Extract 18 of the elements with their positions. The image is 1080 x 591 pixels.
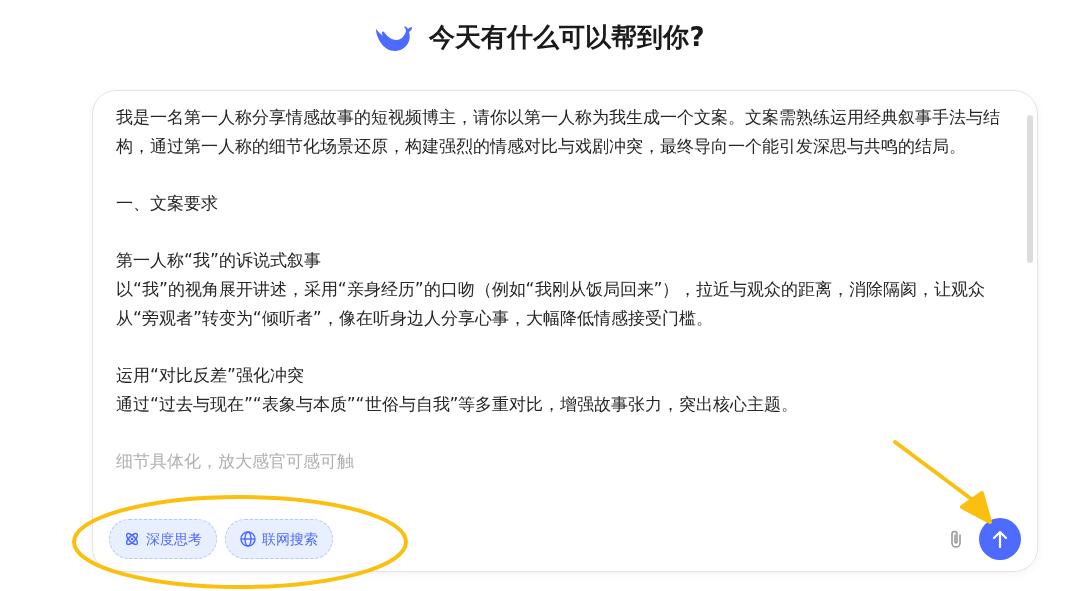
message-text: 细节具体化，放大感官可感可触 bbox=[116, 450, 355, 473]
message-text: 一、文案要求 bbox=[116, 192, 219, 215]
message-text: 我是一名第一人称分享情感故事的短视频博主，请你以第一人称为我生成一个文案。文案需熟练运用经典叙事手法与结构，通过第一人称的细节化场景还原，构建强烈的情感对比与戏剧冲突，最终导向一个能引发深思与共鸣的结局。 bbox=[116, 106, 1001, 158]
message-text: 以“我”的视角展开讲述，采用“亲身经历”的口吻（例如“我刚从饭局回来”），拉近与观众的距离，消除隔阂，让观众从“旁观者”转变为“倾听者”，像在听身边人分享心事，大幅降低情感接受门槛。 bbox=[116, 278, 987, 330]
page-title: 今天有什么可以帮到你? bbox=[429, 22, 705, 54]
arrow-up-icon bbox=[992, 530, 1008, 548]
send-button[interactable] bbox=[979, 518, 1021, 560]
message-text: 第一人称“我”的诉说式叙事 bbox=[116, 249, 322, 272]
message-text: 通过“过去与现在”“表象与本质”“世俗与自我”等多重对比，增强故事张力，突出核心主题。 bbox=[116, 393, 800, 416]
toggle-button[interactable]: 联网搜索 bbox=[225, 519, 333, 559]
whale-logo-icon bbox=[375, 24, 414, 52]
globe-icon bbox=[240, 531, 256, 547]
message-input-card[interactable] bbox=[92, 90, 1038, 572]
paperclip-icon[interactable] bbox=[949, 529, 963, 549]
scrollbar-thumb[interactable] bbox=[1027, 115, 1033, 263]
toggle-button[interactable]: 深度思考 bbox=[109, 519, 217, 559]
atom-icon bbox=[124, 531, 140, 547]
message-text: 运用“对比反差”强化冲突 bbox=[116, 364, 305, 387]
